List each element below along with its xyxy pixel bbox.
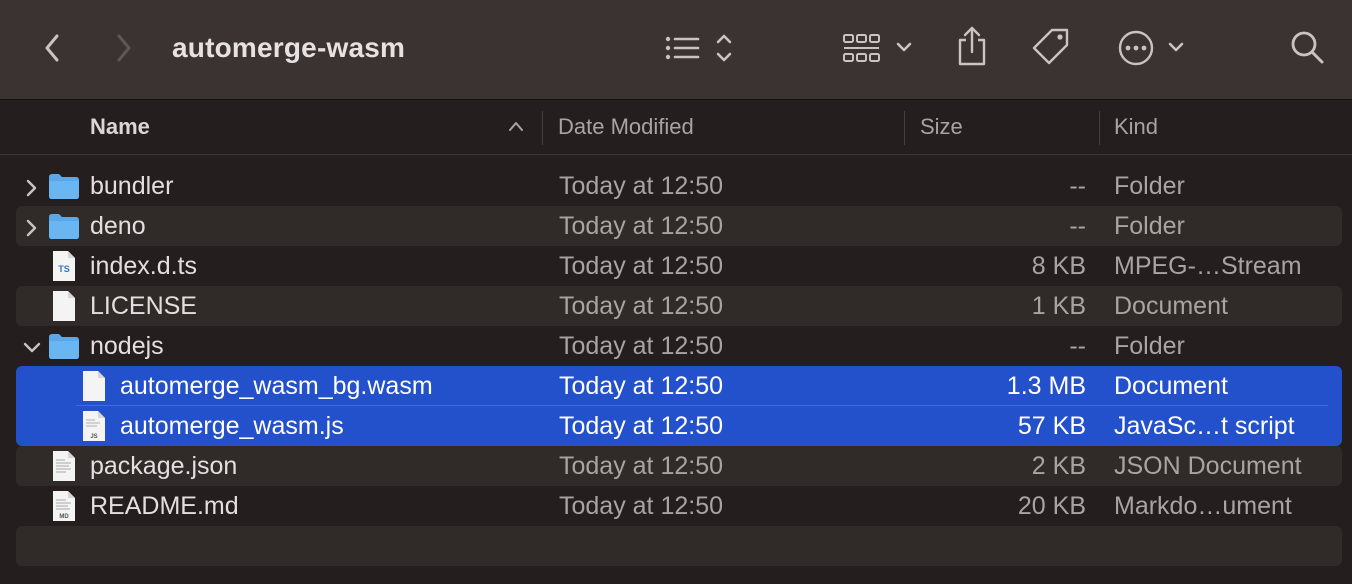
share-icon[interactable] (954, 24, 990, 68)
date-modified: Today at 12:50 (559, 332, 724, 360)
size-column-header[interactable]: Size (920, 101, 963, 153)
file-kind: Folder (1114, 172, 1185, 200)
window-title: automerge-wasm (172, 32, 406, 63)
file-name: index.d.ts (90, 252, 198, 280)
javascript-file-icon: JS (82, 410, 106, 449)
group-icon[interactable] (842, 30, 916, 66)
file-name: automerge_wasm_bg.wasm (120, 372, 433, 400)
file-row[interactable]: MD README.md Today at 12:50 20 KB Markdo… (16, 486, 1342, 526)
file-size: 57 KB (1017, 412, 1086, 440)
text-file-icon (52, 450, 76, 489)
column-divider[interactable] (1099, 111, 1100, 145)
markdown-file-icon: MD (52, 490, 76, 529)
finder-window: automerge-wasm Name Date Modified Size K… (0, 0, 1352, 584)
disclosure-collapsed-icon[interactable] (24, 216, 38, 245)
more-icon[interactable] (1116, 28, 1188, 68)
file-size: 20 KB (1017, 492, 1086, 520)
file-name: deno (90, 212, 146, 240)
file-row[interactable]: LICENSE Today at 12:50 1 KB Document (16, 286, 1342, 326)
tag-icon[interactable] (1030, 26, 1072, 68)
empty-row (16, 526, 1342, 566)
file-row[interactable]: deno Today at 12:50 -- Folder (16, 206, 1342, 246)
file-size: 1.3 MB (1006, 372, 1086, 400)
forward-icon[interactable] (108, 30, 140, 66)
disclosure-collapsed-icon[interactable] (24, 176, 38, 205)
toolbar: automerge-wasm (0, 0, 1352, 100)
file-kind: JSON Document (1114, 452, 1302, 480)
file-size: 2 KB (1031, 452, 1086, 480)
file-row[interactable]: bundler Today at 12:50 -- Folder (16, 166, 1342, 206)
file-name: nodejs (90, 332, 164, 360)
column-divider[interactable] (542, 111, 543, 145)
sort-ascending-icon[interactable] (508, 119, 524, 138)
file-size: -- (1069, 332, 1086, 360)
file-row-selected[interactable]: automerge_wasm_bg.wasm Today at 12:50 1.… (16, 366, 1342, 406)
disclosure-expanded-icon[interactable] (22, 336, 42, 365)
column-divider[interactable] (904, 111, 905, 145)
date-modified: Today at 12:50 (559, 492, 724, 520)
date-modified: Today at 12:50 (559, 412, 724, 440)
svg-text:MD: MD (59, 514, 69, 520)
svg-text:JS: JS (90, 434, 97, 440)
file-row[interactable]: TS index.d.ts Today at 12:50 8 KB MPEG-…… (16, 246, 1342, 286)
file-size: 8 KB (1031, 252, 1086, 280)
date-modified: Today at 12:50 (559, 172, 724, 200)
file-size: -- (1069, 212, 1086, 240)
folder-icon (48, 332, 80, 367)
file-name: README.md (90, 492, 239, 520)
file-kind: Document (1114, 372, 1228, 400)
date-modified: Today at 12:50 (559, 452, 724, 480)
svg-text:TS: TS (58, 264, 70, 274)
date-modified-column-header[interactable]: Date Modified (558, 101, 694, 153)
file-size: 1 KB (1031, 292, 1086, 320)
file-kind: Folder (1114, 332, 1185, 360)
folder-icon (48, 172, 80, 207)
folder-icon (48, 212, 80, 247)
file-list: bundler Today at 12:50 -- Folder deno To… (16, 166, 1342, 526)
file-kind: Markdo…ument (1114, 492, 1292, 520)
typescript-file-icon: TS (52, 250, 76, 289)
search-icon[interactable] (1288, 28, 1328, 68)
file-kind: MPEG-…Stream (1114, 252, 1302, 280)
name-column-header[interactable]: Name (90, 101, 150, 153)
file-kind: JavaSc…t script (1114, 412, 1295, 440)
file-row[interactable]: package.json Today at 12:50 2 KB JSON Do… (16, 446, 1342, 486)
document-icon (82, 370, 106, 409)
file-size: -- (1069, 172, 1086, 200)
date-modified: Today at 12:50 (559, 292, 724, 320)
back-icon[interactable] (36, 30, 68, 66)
file-name: bundler (90, 172, 174, 200)
kind-column-header[interactable]: Kind (1114, 101, 1158, 153)
file-name: package.json (90, 452, 238, 480)
file-name: LICENSE (90, 292, 197, 320)
date-modified: Today at 12:50 (559, 372, 724, 400)
file-kind: Folder (1114, 212, 1185, 240)
column-header: Name Date Modified Size Kind (0, 101, 1352, 155)
file-name: automerge_wasm.js (120, 412, 344, 440)
file-kind: Document (1114, 292, 1228, 320)
file-row[interactable]: nodejs Today at 12:50 -- Folder (16, 326, 1342, 366)
date-modified: Today at 12:50 (559, 252, 724, 280)
document-icon (52, 290, 76, 329)
file-row-selected[interactable]: JS automerge_wasm.js Today at 12:50 57 K… (16, 406, 1342, 446)
date-modified: Today at 12:50 (559, 212, 724, 240)
list-view-icon[interactable] (662, 30, 738, 66)
